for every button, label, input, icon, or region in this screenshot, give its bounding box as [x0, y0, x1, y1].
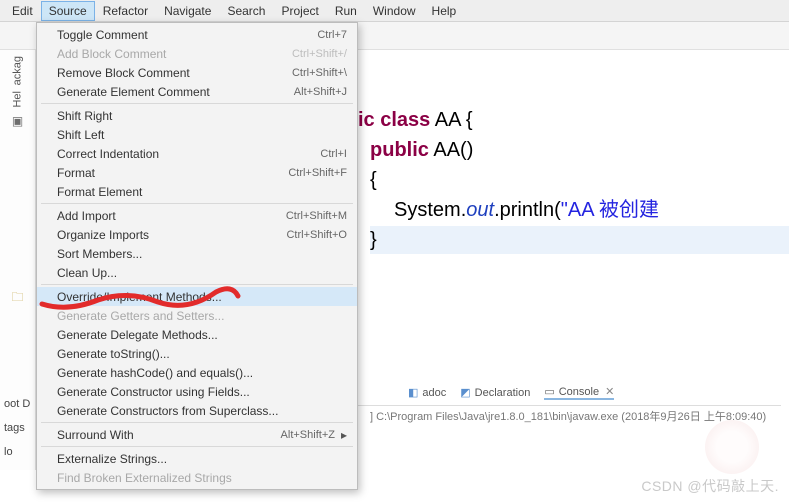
watermark: CSDN @代码敲上天.	[641, 476, 779, 496]
menu-item-generate-getters-and-setters: Generate Getters and Setters...	[37, 306, 357, 325]
menu-run[interactable]: Run	[327, 1, 365, 21]
menu-item-shortcut: Alt+Shift+Z	[281, 429, 335, 441]
code-string: "AA 被创建	[561, 199, 659, 221]
bottom-tabs: ◧ adoc ◩ Declaration ▭ Console ✕	[358, 380, 781, 406]
menu-separator	[41, 446, 353, 447]
tab-declaration[interactable]: ◩ Declaration	[460, 386, 530, 399]
menu-item-label: Shift Left	[57, 128, 347, 142]
menu-item-label: Remove Block Comment	[57, 66, 292, 80]
menu-item-label: Correct Indentation	[57, 147, 320, 161]
declaration-icon: ◩	[460, 386, 470, 399]
menu-item-label: Externalize Strings...	[57, 452, 347, 466]
menu-item-generate-element-comment[interactable]: Generate Element CommentAlt+Shift+J	[37, 82, 357, 101]
menu-item-label: Generate Constructor using Fields...	[57, 385, 347, 399]
console-icon: ▭	[544, 385, 554, 398]
console-output: ] C:\Program Files\Java\jre1.8.0_181\bin…	[370, 408, 766, 424]
menu-item-label: Shift Right	[57, 109, 347, 123]
menu-item-label: Generate Constructors from Superclass...	[57, 404, 347, 418]
menu-item-label: Add Block Comment	[57, 47, 292, 61]
menu-item-shortcut: Ctrl+I	[320, 148, 347, 160]
package-icon: ▣	[0, 114, 35, 128]
code-brace-close: }	[370, 229, 377, 251]
menu-item-generate-constructors-from-superclass[interactable]: Generate Constructors from Superclass...	[37, 401, 357, 420]
menu-item-sort-members[interactable]: Sort Members...	[37, 244, 357, 263]
menu-item-shift-right[interactable]: Shift Right	[37, 106, 357, 125]
source-dropdown-menu: Toggle CommentCtrl+7Add Block CommentCtr…	[36, 22, 358, 490]
menu-item-label: Find Broken Externalized Strings	[57, 471, 347, 485]
menu-item-label: Generate hashCode() and equals()...	[57, 366, 347, 380]
menu-help[interactable]: Help	[424, 1, 465, 21]
menu-window[interactable]: Window	[365, 1, 424, 21]
menu-refactor[interactable]: Refactor	[95, 1, 156, 21]
menu-source[interactable]: Source	[41, 1, 95, 21]
code-println: .println(	[494, 199, 561, 221]
menu-separator	[41, 422, 353, 423]
code-editor[interactable]: ic class AA { public AA() { System.out.p…	[358, 78, 789, 256]
menu-separator	[41, 284, 353, 285]
code-classname: AA	[430, 109, 466, 131]
menu-item-override-implement-methods[interactable]: Override/Implement Methods...	[37, 287, 357, 306]
menu-item-remove-block-comment[interactable]: Remove Block CommentCtrl+Shift+\	[37, 63, 357, 82]
menu-separator	[41, 203, 353, 204]
menu-item-clean-up[interactable]: Clean Up...	[37, 263, 357, 282]
tab-javadoc[interactable]: ◧ adoc	[408, 386, 446, 399]
menu-item-label: Generate Getters and Setters...	[57, 309, 347, 323]
menu-search[interactable]: Search	[219, 1, 273, 21]
menu-item-shortcut: Ctrl+7	[317, 29, 347, 41]
code-kw-public: public	[370, 139, 429, 161]
menu-item-organize-imports[interactable]: Organize ImportsCtrl+Shift+O	[37, 225, 357, 244]
tab-console[interactable]: ▭ Console ✕	[544, 385, 614, 400]
menu-item-add-import[interactable]: Add ImportCtrl+Shift+M	[37, 206, 357, 225]
javadoc-icon: ◧	[408, 386, 418, 399]
code-system: System.	[394, 199, 466, 221]
left-tab-help[interactable]: Hel	[12, 91, 24, 108]
chevron-right-icon: ▸	[341, 428, 347, 442]
menu-item-shortcut: Ctrl+Shift+/	[292, 48, 347, 60]
code-ctor: AA()	[429, 139, 473, 161]
menu-item-label: Generate Delegate Methods...	[57, 328, 347, 342]
menu-item-shortcut: Alt+Shift+J	[294, 86, 347, 98]
menu-item-externalize-strings[interactable]: Externalize Strings...	[37, 449, 357, 468]
menu-item-shortcut: Ctrl+Shift+O	[286, 229, 347, 241]
menu-item-label: Format	[57, 166, 288, 180]
menu-item-generate-tostring[interactable]: Generate toString()...	[37, 344, 357, 363]
close-icon[interactable]: ✕	[605, 385, 614, 398]
menu-navigate[interactable]: Navigate	[156, 1, 219, 21]
menu-separator	[41, 103, 353, 104]
menu-item-find-broken-externalized-strings: Find Broken Externalized Strings	[37, 468, 357, 487]
menu-item-label: Organize Imports	[57, 228, 286, 242]
menu-item-label: Surround With	[57, 428, 281, 442]
menu-item-add-block-comment: Add Block CommentCtrl+Shift+/	[37, 44, 357, 63]
code-brace-open: {	[370, 169, 377, 191]
menu-item-generate-constructor-using-fields[interactable]: Generate Constructor using Fields...	[37, 382, 357, 401]
menu-item-shortcut: Ctrl+Shift+F	[288, 167, 347, 179]
menu-item-correct-indentation[interactable]: Correct IndentationCtrl+I	[37, 144, 357, 163]
menu-item-label: Clean Up...	[57, 266, 347, 280]
menu-item-label: Generate Element Comment	[57, 85, 294, 99]
folder-icon: 🗀	[0, 288, 35, 309]
menu-item-format-element[interactable]: Format Element	[37, 182, 357, 201]
menu-item-toggle-comment[interactable]: Toggle CommentCtrl+7	[37, 25, 357, 44]
menu-item-surround-with[interactable]: Surround WithAlt+Shift+Z ▸	[37, 425, 357, 444]
code-kw: ic class	[358, 109, 430, 131]
menubar: Edit Source Refactor Navigate Search Pro…	[0, 0, 789, 22]
menu-item-generate-delegate-methods[interactable]: Generate Delegate Methods...	[37, 325, 357, 344]
menu-item-label: Add Import	[57, 209, 286, 223]
left-tab-package[interactable]: ackag	[12, 56, 24, 85]
menu-item-label: Toggle Comment	[57, 28, 317, 42]
menu-item-generate-hashcode-and-equals[interactable]: Generate hashCode() and equals()...	[37, 363, 357, 382]
menu-item-shift-left[interactable]: Shift Left	[37, 125, 357, 144]
menu-edit[interactable]: Edit	[4, 1, 41, 21]
menu-item-shortcut: Ctrl+Shift+\	[292, 67, 347, 79]
menu-project[interactable]: Project	[273, 1, 326, 21]
menu-item-label: Sort Members...	[57, 247, 347, 261]
menu-item-label: Generate toString()...	[57, 347, 347, 361]
stamp-overlay	[705, 420, 759, 474]
menu-item-label: Format Element	[57, 185, 347, 199]
menu-item-format[interactable]: FormatCtrl+Shift+F	[37, 163, 357, 182]
code-out: out	[466, 199, 494, 221]
menu-item-label: Override/Implement Methods...	[57, 290, 347, 304]
code-brace: {	[466, 109, 473, 131]
menu-item-shortcut: Ctrl+Shift+M	[286, 210, 347, 222]
